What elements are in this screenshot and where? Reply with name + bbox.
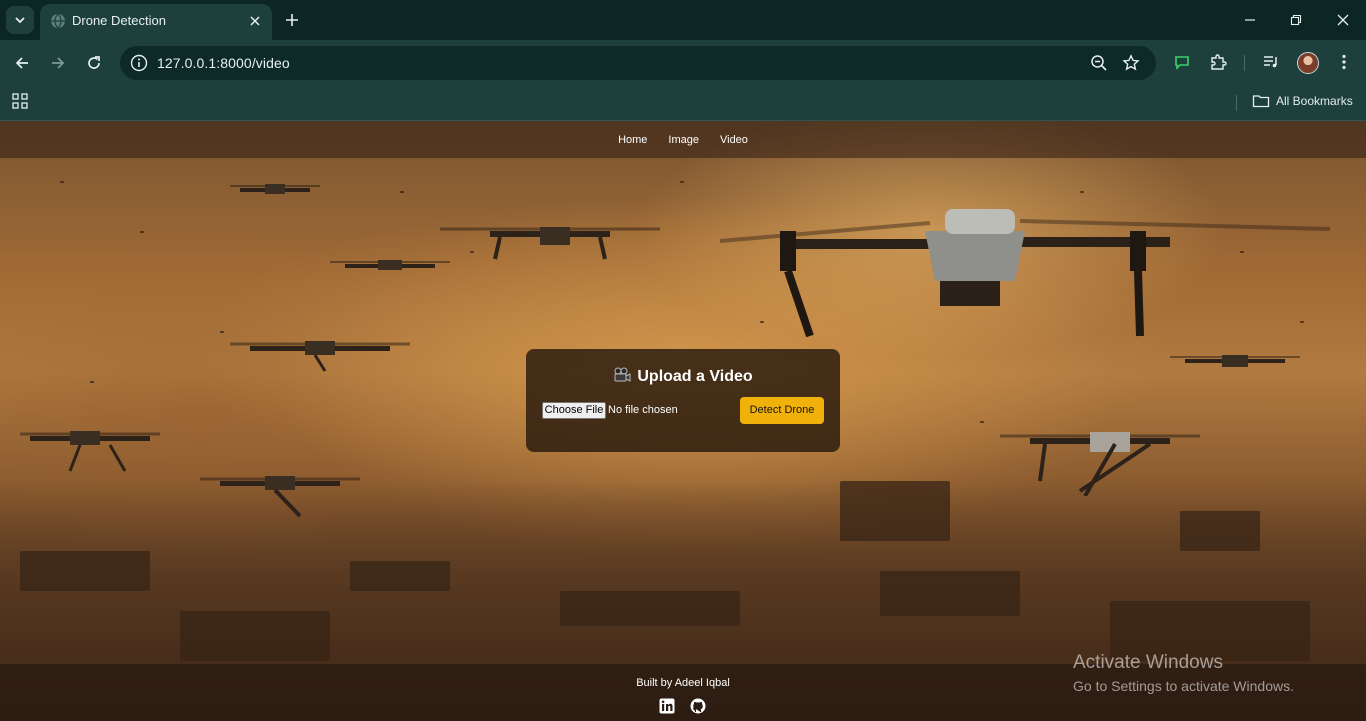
chat-icon bbox=[1175, 56, 1189, 70]
close-icon bbox=[1337, 14, 1349, 26]
debris-speck bbox=[400, 191, 404, 193]
minimize-icon bbox=[1245, 19, 1255, 21]
linkedin-icon[interactable] bbox=[659, 698, 675, 714]
site-info-icon[interactable] bbox=[130, 54, 148, 72]
browser-menu-button[interactable] bbox=[1334, 52, 1354, 72]
background-ruin bbox=[880, 571, 1020, 616]
background-ruin bbox=[20, 551, 150, 591]
drone-silhouette-large bbox=[719, 209, 1331, 338]
close-icon bbox=[250, 16, 260, 26]
playlist-icon bbox=[1264, 56, 1277, 68]
background-ruin bbox=[840, 481, 950, 541]
upload-card-heading: Upload a Video bbox=[526, 367, 840, 386]
arrow-right-icon bbox=[52, 57, 65, 69]
address-bar[interactable]: 127.0.0.1:8000/video bbox=[120, 46, 1156, 80]
media-control-button[interactable] bbox=[1261, 52, 1281, 72]
drone-silhouette bbox=[330, 260, 450, 270]
page-viewport: Home Image Video Upload a Video Choose F… bbox=[0, 121, 1366, 721]
reload-button[interactable] bbox=[81, 50, 107, 76]
file-status-text: No file chosen bbox=[608, 404, 678, 416]
apps-grid-icon[interactable] bbox=[12, 93, 28, 109]
bookmarks-separator bbox=[1236, 95, 1237, 111]
minimize-button[interactable] bbox=[1238, 8, 1262, 32]
debris-speck bbox=[140, 231, 144, 233]
plus-icon bbox=[286, 14, 298, 26]
profile-avatar[interactable] bbox=[1297, 52, 1319, 74]
folder-icon bbox=[1252, 95, 1270, 108]
site-nav: Home Image Video bbox=[0, 121, 1366, 158]
drone-silhouette bbox=[1000, 432, 1200, 496]
toolbar-separator bbox=[1244, 55, 1245, 71]
forward-button[interactable] bbox=[45, 50, 71, 76]
nav-link-home[interactable]: Home bbox=[618, 134, 647, 146]
close-tab-button[interactable] bbox=[246, 12, 264, 30]
restore-button[interactable] bbox=[1284, 8, 1308, 32]
background-ruin bbox=[1180, 511, 1260, 551]
drone-silhouette bbox=[230, 184, 320, 194]
restore-icon bbox=[1290, 14, 1302, 26]
extension-chat-button[interactable] bbox=[1172, 52, 1192, 72]
bookmarks-bar: All Bookmarks bbox=[0, 85, 1366, 121]
all-bookmarks-link[interactable]: All Bookmarks bbox=[1276, 94, 1353, 108]
tab-strip: Drone Detection bbox=[0, 0, 1366, 40]
activate-windows-title: Activate Windows bbox=[1073, 652, 1223, 673]
background-ruin bbox=[560, 591, 740, 626]
zoom-icon[interactable] bbox=[1090, 54, 1108, 72]
debris-speck bbox=[60, 181, 64, 183]
choose-file-button[interactable]: Choose File bbox=[542, 402, 606, 419]
drone-silhouette bbox=[230, 341, 410, 372]
activate-windows-subtitle: Go to Settings to activate Windows. bbox=[1073, 678, 1294, 694]
star-icon[interactable] bbox=[1122, 54, 1140, 72]
globe-icon bbox=[51, 13, 65, 29]
nav-link-video[interactable]: Video bbox=[720, 134, 748, 146]
debris-speck bbox=[90, 381, 94, 383]
close-window-button[interactable] bbox=[1331, 8, 1355, 32]
upload-card: Upload a Video Choose File No file chose… bbox=[526, 349, 840, 452]
extensions-button[interactable] bbox=[1208, 52, 1228, 72]
more-vertical-icon bbox=[1342, 54, 1346, 70]
detect-drone-button[interactable]: Detect Drone bbox=[740, 397, 824, 424]
drone-silhouette bbox=[440, 227, 660, 260]
browser-tab[interactable]: Drone Detection bbox=[40, 4, 272, 40]
drone-silhouette bbox=[200, 476, 360, 518]
debris-speck bbox=[980, 421, 984, 423]
debris-speck bbox=[1080, 191, 1084, 193]
back-button[interactable] bbox=[9, 50, 35, 76]
nav-link-image[interactable]: Image bbox=[668, 134, 699, 146]
tab-search-button[interactable] bbox=[6, 6, 34, 34]
debris-speck bbox=[680, 181, 684, 183]
browser-toolbar: 127.0.0.1:8000/video bbox=[0, 40, 1366, 85]
tab-title: Drone Detection bbox=[72, 13, 166, 28]
activate-windows-watermark: Activate Windows Go to Settings to activ… bbox=[1073, 652, 1294, 694]
new-tab-button[interactable] bbox=[282, 10, 302, 30]
reload-icon bbox=[88, 56, 100, 69]
debris-speck bbox=[220, 331, 224, 333]
url-text: 127.0.0.1:8000/video bbox=[157, 55, 290, 71]
movie-camera-icon bbox=[614, 367, 631, 382]
upload-card-title: Upload a Video bbox=[637, 368, 753, 385]
github-icon[interactable] bbox=[690, 698, 706, 714]
drone-silhouette bbox=[1170, 355, 1300, 367]
drone-silhouette bbox=[20, 431, 160, 472]
background-ruin bbox=[350, 561, 450, 591]
background-ruin bbox=[180, 611, 330, 661]
arrow-left-icon bbox=[15, 57, 28, 69]
puzzle-icon bbox=[1211, 54, 1227, 70]
chevron-down-icon bbox=[15, 17, 25, 24]
